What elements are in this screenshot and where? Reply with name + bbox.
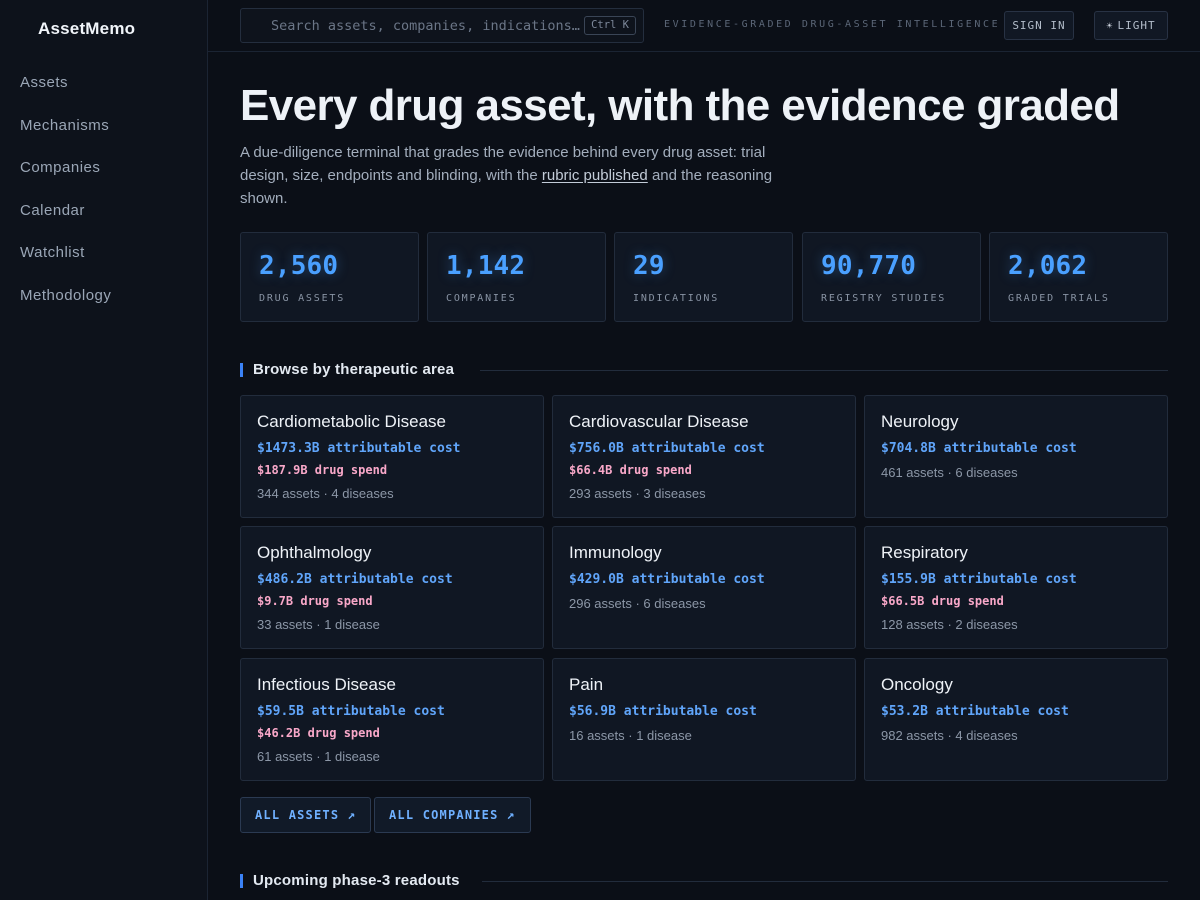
stat-label: GRADED TRIALS [1008, 293, 1110, 304]
stat-card-indications: 29 INDICATIONS [614, 232, 793, 322]
sidebar-item-mechanisms[interactable]: Mechanisms [0, 105, 207, 148]
area-cost: $56.9B attributable cost [569, 704, 757, 719]
area-meta: 128 assets · 2 diseases [881, 617, 1018, 632]
area-cost: $429.0B attributable cost [569, 572, 765, 587]
search-box[interactable]: Ctrl K [240, 8, 644, 43]
section-divider [480, 370, 1168, 371]
area-meta: 344 assets · 4 diseases [257, 486, 394, 501]
readouts-section-header: Upcoming phase-3 readouts [240, 872, 1168, 889]
stat-label: COMPANIES [446, 293, 517, 304]
stat-value: 2,062 [1008, 251, 1088, 281]
area-name: Cardiometabolic Disease [257, 412, 446, 431]
section-accent-bar [240, 874, 243, 888]
area-cost: $155.9B attributable cost [881, 572, 1077, 587]
area-cost: $1473.3B attributable cost [257, 441, 461, 456]
arrow-up-right-icon: ↗ [347, 808, 357, 823]
top-bar: Ctrl K EVIDENCE-GRADED DRUG-ASSET INTELL… [208, 0, 1200, 52]
theme-toggle-button[interactable]: ☀ LIGHT [1094, 11, 1168, 40]
stat-label: REGISTRY STUDIES [821, 293, 947, 304]
sign-in-button[interactable]: SIGN IN [1004, 11, 1074, 40]
sidebar: AssetMemo Assets Mechanisms Companies Ca… [0, 0, 208, 900]
stat-label: DRUG ASSETS [259, 293, 346, 304]
browse-section-title: Browse by therapeutic area [253, 361, 455, 378]
search-input[interactable] [271, 9, 581, 42]
sun-icon: ☀ [1106, 21, 1114, 32]
area-name: Infectious Disease [257, 675, 396, 694]
area-cost: $59.5B attributable cost [257, 704, 445, 719]
area-card-oncology[interactable]: Oncology $53.2B attributable cost 982 as… [864, 658, 1168, 781]
area-card-respiratory[interactable]: Respiratory $155.9B attributable cost $6… [864, 526, 1168, 649]
area-card-cardiometabolic[interactable]: Cardiometabolic Disease $1473.3B attribu… [240, 395, 544, 518]
area-card-pain[interactable]: Pain $56.9B attributable cost 16 assets … [552, 658, 856, 781]
section-divider [482, 881, 1168, 882]
stat-card-graded-trials: 2,062 GRADED TRIALS [989, 232, 1168, 322]
area-drug-spend: $187.9B drug spend [257, 463, 388, 477]
area-cost: $704.8B attributable cost [881, 441, 1077, 456]
all-companies-label: ALL COMPANIES [389, 808, 499, 822]
sidebar-item-assets[interactable]: Assets [0, 62, 207, 105]
area-name: Immunology [569, 543, 662, 562]
all-assets-label: ALL ASSETS [255, 808, 340, 822]
area-meta: 61 assets · 1 disease [257, 749, 380, 764]
area-card-immunology[interactable]: Immunology $429.0B attributable cost 296… [552, 526, 856, 649]
area-meta: 982 assets · 4 diseases [881, 728, 1018, 743]
area-cost: $53.2B attributable cost [881, 704, 1069, 719]
stat-card-companies: 1,142 COMPANIES [427, 232, 606, 322]
theme-toggle-label: LIGHT [1117, 19, 1156, 32]
stat-value: 29 [633, 251, 665, 281]
area-name: Neurology [881, 412, 959, 431]
stat-value: 1,142 [446, 251, 526, 281]
area-drug-spend: $66.5B drug spend [881, 594, 1004, 608]
area-cost: $756.0B attributable cost [569, 441, 765, 456]
area-drug-spend: $66.4B drug spend [569, 463, 692, 477]
sidebar-nav: Assets Mechanisms Companies Calendar Wat… [0, 62, 207, 317]
tagline: EVIDENCE-GRADED DRUG-ASSET INTELLIGENCE [664, 19, 1001, 30]
page-subtitle: A due-diligence terminal that grades the… [240, 141, 800, 210]
area-name: Oncology [881, 675, 953, 694]
area-card-infectious-disease[interactable]: Infectious Disease $59.5B attributable c… [240, 658, 544, 781]
arrow-up-right-icon: ↗ [506, 808, 516, 823]
area-drug-spend: $46.2B drug spend [257, 726, 380, 740]
area-name: Cardiovascular Disease [569, 412, 749, 431]
sidebar-item-calendar[interactable]: Calendar [0, 190, 207, 233]
area-name: Ophthalmology [257, 543, 372, 562]
stat-card-registry-studies: 90,770 REGISTRY STUDIES [802, 232, 981, 322]
area-meta: 296 assets · 6 diseases [569, 596, 706, 611]
sidebar-item-methodology[interactable]: Methodology [0, 275, 207, 318]
all-assets-button[interactable]: ALL ASSETS ↗ [240, 797, 372, 833]
sidebar-item-watchlist[interactable]: Watchlist [0, 232, 207, 275]
area-card-cardiovascular[interactable]: Cardiovascular Disease $756.0B attributa… [552, 395, 856, 518]
area-card-ophthalmology[interactable]: Ophthalmology $486.2B attributable cost … [240, 526, 544, 649]
stat-card-drug-assets: 2,560 DRUG ASSETS [240, 232, 419, 322]
stat-value: 2,560 [259, 251, 339, 281]
area-card-neurology[interactable]: Neurology $704.8B attributable cost 461 … [864, 395, 1168, 518]
brand-logo[interactable]: AssetMemo [38, 19, 135, 39]
search-shortcut-hint: Ctrl K [584, 16, 636, 35]
readouts-section-title: Upcoming phase-3 readouts [253, 872, 460, 889]
sidebar-item-companies[interactable]: Companies [0, 147, 207, 190]
area-meta: 461 assets · 6 diseases [881, 465, 1018, 480]
page-title: Every drug asset, with the evidence grad… [240, 81, 1120, 130]
stat-label: INDICATIONS [633, 293, 720, 304]
rubric-link[interactable]: rubric published [542, 167, 648, 184]
stat-value: 90,770 [821, 251, 917, 281]
area-name: Pain [569, 675, 604, 694]
all-companies-button[interactable]: ALL COMPANIES ↗ [374, 797, 531, 833]
area-meta: 16 assets · 1 disease [569, 728, 692, 743]
section-accent-bar [240, 363, 243, 377]
area-meta: 293 assets · 3 diseases [569, 486, 706, 501]
area-name: Respiratory [881, 543, 968, 562]
area-drug-spend: $9.7B drug spend [257, 594, 373, 608]
browse-section-header: Browse by therapeutic area [240, 361, 1168, 378]
stats-row: 2,560 DRUG ASSETS 1,142 COMPANIES 29 IND… [240, 232, 1168, 322]
area-meta: 33 assets · 1 disease [257, 617, 380, 632]
area-cost: $486.2B attributable cost [257, 572, 453, 587]
